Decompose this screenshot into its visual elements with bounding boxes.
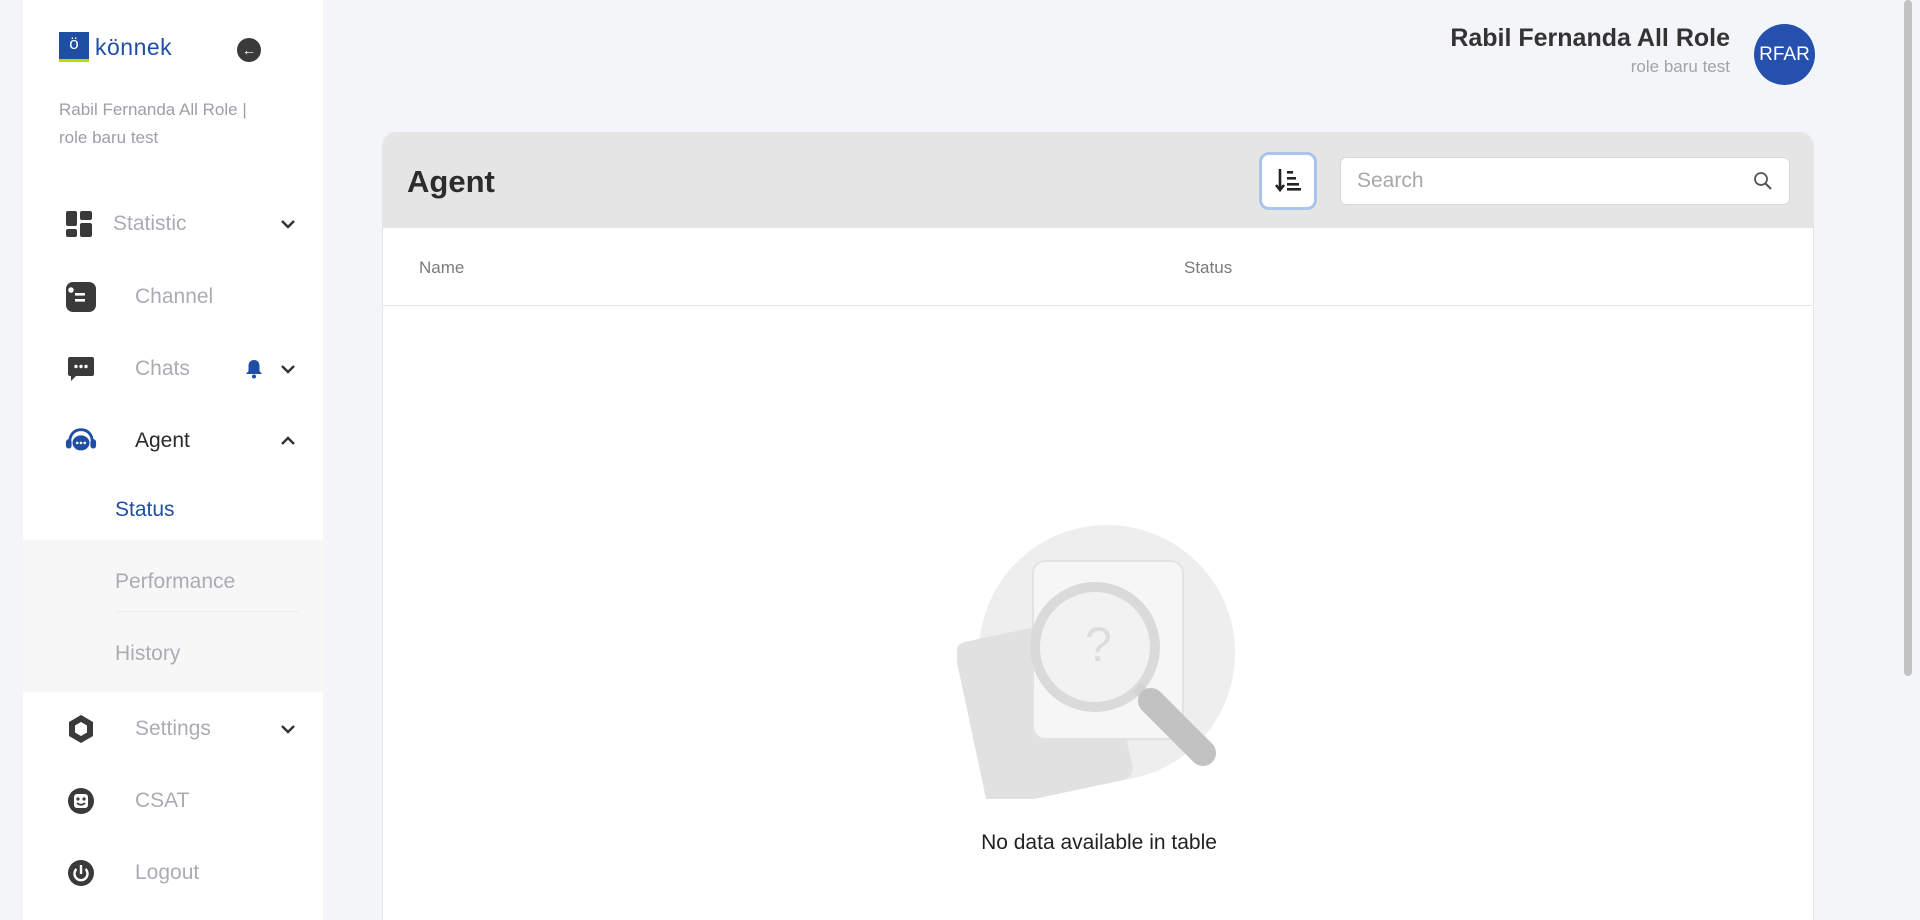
logo-mark: ö (59, 32, 89, 62)
logo: ö könnek (59, 32, 172, 62)
empty-state-illustration: ? (955, 519, 1247, 807)
sidebar-item-label: Chats (135, 357, 190, 380)
sort-button[interactable] (1259, 152, 1317, 210)
chevron-down-icon (279, 215, 297, 233)
header-user-name: Rabil Fernanda All Role (1450, 24, 1730, 52)
chevron-down-icon (279, 720, 297, 738)
sidebar-subitem-history[interactable]: History (23, 624, 323, 684)
search-box (1340, 157, 1790, 205)
divider (115, 611, 299, 612)
header-user: Rabil Fernanda All Role role baru test (1450, 24, 1730, 77)
hexagon-settings-icon (65, 713, 97, 745)
arrow-left-icon: ← (242, 42, 256, 58)
sidebar-item-label: Agent (135, 429, 190, 452)
sidebar-item-chats[interactable]: Chats (23, 339, 323, 399)
sidebar-subitem-performance[interactable]: Performance (23, 552, 323, 612)
empty-state-message: No data available in table (981, 831, 1217, 854)
channel-icon (65, 281, 97, 313)
agent-status-card: Agent Name Status ? No data available in… (382, 132, 1814, 920)
sidebar-item-statistic[interactable]: Statistic (23, 194, 323, 254)
sidebar-item-agent[interactable]: Agent (23, 411, 323, 471)
sidebar-subitem-status[interactable]: Status (23, 480, 323, 540)
sidebar-item-label: CSAT (135, 789, 190, 812)
avatar[interactable]: RFAR (1754, 24, 1815, 85)
page-scrollbar[interactable] (1904, 0, 1912, 676)
chevron-down-icon (279, 360, 297, 378)
chevron-up-icon (279, 432, 297, 450)
sidebar-item-logout[interactable]: Logout (23, 843, 323, 903)
collapse-sidebar-button[interactable]: ← (237, 38, 261, 62)
subitem-label: Status (115, 498, 175, 521)
agent-submenu: Status Performance History (23, 480, 323, 692)
sidebar-item-label: Settings (135, 717, 211, 740)
smiley-icon (65, 785, 97, 817)
column-header-status[interactable]: Status (1184, 258, 1232, 278)
subitem-label: History (115, 642, 181, 665)
sidebar-user-line: Rabil Fernanda All Role | role baru test (59, 100, 247, 147)
column-header-name[interactable]: Name (419, 258, 464, 278)
chat-icon (65, 353, 97, 385)
bell-icon (245, 359, 263, 384)
power-icon (65, 857, 97, 889)
logo-text: könnek (95, 33, 173, 60)
sidebar-item-settings[interactable]: Settings (23, 699, 323, 759)
sidebar-item-label: Logout (135, 861, 200, 884)
header-user-role: role baru test (1630, 57, 1730, 76)
page-title: Agent (407, 164, 495, 199)
sort-icon (1274, 166, 1302, 197)
search-input[interactable] (1357, 158, 1737, 204)
search-icon[interactable] (1753, 171, 1773, 196)
sidebar-item-csat[interactable]: CSAT (23, 771, 323, 831)
sidebar: ö könnek ← Rabil Fernanda All Role | rol… (23, 0, 323, 920)
headset-icon (65, 425, 97, 457)
table-header: Name Status (383, 228, 1813, 306)
svg-text:?: ? (1085, 619, 1112, 672)
sidebar-item-label: Statistic (113, 212, 187, 235)
sidebar-item-label: Channel (135, 285, 214, 308)
dashboard-icon (63, 208, 95, 240)
sidebar-item-channel[interactable]: Channel (23, 267, 323, 327)
card-header: Agent (383, 133, 1813, 228)
subitem-label: Performance (115, 570, 236, 593)
